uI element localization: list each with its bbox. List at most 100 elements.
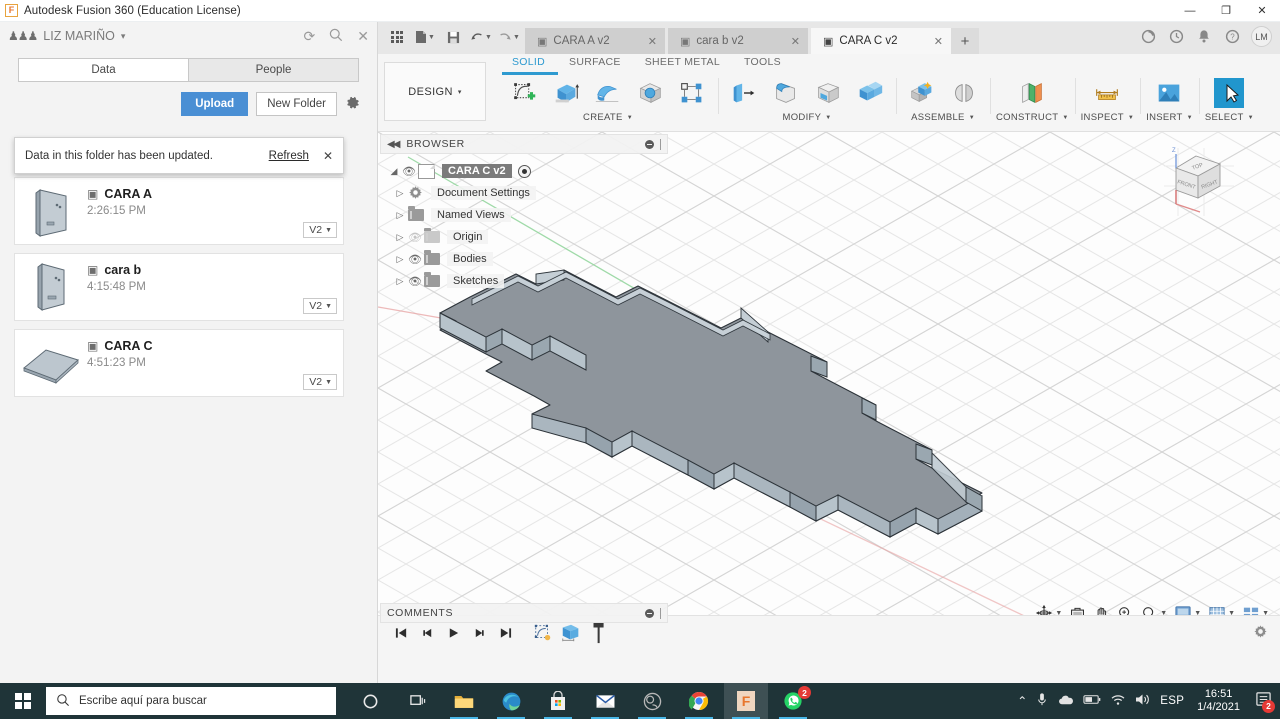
start-button[interactable] xyxy=(0,683,46,719)
close-icon[interactable]: ✕ xyxy=(638,35,657,48)
minimize-button[interactable]: — xyxy=(1172,0,1208,22)
sketch-feature-icon[interactable] xyxy=(530,620,556,646)
tab-sheet-metal[interactable]: SHEET METAL xyxy=(633,54,732,72)
expand-arrow-icon[interactable]: ▷ xyxy=(394,210,406,221)
create-dropdown-label[interactable]: CREATE▼ xyxy=(583,112,633,123)
new-folder-button[interactable]: New Folder xyxy=(256,92,337,116)
mail-icon[interactable] xyxy=(583,683,627,719)
timeline-step-forward-icon[interactable] xyxy=(466,620,492,646)
close-button[interactable]: ✕ xyxy=(1244,0,1280,22)
fusion360-icon[interactable]: F xyxy=(724,683,768,719)
gear-icon[interactable] xyxy=(345,95,361,114)
redo-icon[interactable]: ▼ xyxy=(496,24,522,50)
language-indicator[interactable]: ESP xyxy=(1160,695,1184,707)
tree-node-root[interactable]: ◢ 👁 CARA C v2 xyxy=(380,160,668,182)
new-component-icon[interactable] xyxy=(902,74,942,112)
3d-viewport[interactable]: ◀◀ BROWSER ◢ 👁 CARA C v2 xyxy=(378,132,1280,649)
expand-arrow-icon[interactable]: ◢ xyxy=(388,166,400,177)
save-icon[interactable] xyxy=(440,24,466,50)
construct-dropdown-label[interactable]: CONSTRUCT▼ xyxy=(996,112,1069,123)
measure-icon[interactable] xyxy=(1087,74,1127,112)
visibility-eye-icon[interactable]: 👁 xyxy=(400,165,418,178)
microsoft-edge-icon[interactable] xyxy=(489,683,533,719)
revolve-icon[interactable] xyxy=(588,74,628,112)
insert-dropdown-label[interactable]: INSERT▼ xyxy=(1146,112,1193,123)
comments-options-icon[interactable] xyxy=(645,609,654,618)
select-dropdown-label[interactable]: SELECT▼ xyxy=(1205,112,1254,123)
close-icon[interactable]: ✕ xyxy=(924,35,943,48)
version-dropdown[interactable]: V2▼ xyxy=(303,298,337,314)
tab-people[interactable]: People xyxy=(188,59,358,81)
extrude-icon[interactable] xyxy=(546,74,586,112)
close-icon[interactable]: ✕ xyxy=(781,35,800,48)
avatar[interactable]: LM xyxy=(1251,26,1272,47)
timeline-settings-gear-icon[interactable] xyxy=(1253,624,1268,642)
task-view-icon[interactable] xyxy=(395,683,439,719)
timeline-play-icon[interactable] xyxy=(440,620,466,646)
tab-data[interactable]: Data xyxy=(19,59,188,81)
expand-arrow-icon[interactable]: ▷ xyxy=(394,276,406,287)
document-tab-cara-c[interactable]: ▣ CARA C v2 ✕ xyxy=(811,28,951,54)
battery-icon[interactable] xyxy=(1083,694,1101,708)
tree-node-document-settings[interactable]: ▷ Document Settings xyxy=(380,182,668,204)
activate-component-radio[interactable] xyxy=(518,165,531,178)
document-tab-cara-b[interactable]: ▣ cara b v2 ✕ xyxy=(668,28,808,54)
microphone-icon[interactable] xyxy=(1036,692,1048,710)
new-file-icon[interactable]: ▼ xyxy=(412,24,438,50)
list-item[interactable]: ▣ cara b 4:15:48 PM V2▼ xyxy=(14,253,344,321)
collapse-panel-icon[interactable]: ◀◀ xyxy=(387,139,398,150)
show-hidden-icons-icon[interactable]: ⌃ xyxy=(1017,694,1027,708)
timeline-step-back-icon[interactable] xyxy=(414,620,440,646)
wifi-icon[interactable] xyxy=(1110,694,1126,709)
timeline-jump-end-icon[interactable] xyxy=(492,620,518,646)
tree-node-sketches[interactable]: ▷ 👁 Sketches xyxy=(380,270,668,292)
list-item[interactable]: ▣ CARA A 2:26:15 PM V2▼ xyxy=(14,177,344,245)
tab-surface[interactable]: SURFACE xyxy=(557,54,633,72)
inspect-dropdown-label[interactable]: INSPECT▼ xyxy=(1081,112,1135,123)
select-cursor-icon[interactable] xyxy=(1209,74,1249,112)
clock[interactable]: 16:51 1/4/2021 xyxy=(1193,688,1244,714)
help-icon[interactable]: ? xyxy=(1219,24,1245,50)
tree-node-named-views[interactable]: ▷ Named Views xyxy=(380,204,668,226)
fillet-icon[interactable] xyxy=(766,74,806,112)
timeline-marker[interactable] xyxy=(586,620,612,646)
tree-node-origin[interactable]: ▷ 👁 Origin xyxy=(380,226,668,248)
search-input[interactable]: Escribe aquí para buscar xyxy=(46,687,336,715)
comments-panel-header[interactable]: COMMENTS xyxy=(380,603,668,623)
offset-plane-icon[interactable] xyxy=(1012,74,1052,112)
modify-dropdown-label[interactable]: MODIFY▼ xyxy=(783,112,832,123)
obs-icon[interactable] xyxy=(630,683,674,719)
visibility-eye-icon[interactable]: 👁 xyxy=(406,275,424,288)
close-icon[interactable]: ✕ xyxy=(323,149,333,163)
panel-resize-handle[interactable] xyxy=(660,608,661,619)
app-grid-icon[interactable] xyxy=(384,24,410,50)
tree-node-bodies[interactable]: ▷ 👁 Bodies xyxy=(380,248,668,270)
upload-button[interactable]: Upload xyxy=(181,92,248,116)
tab-solid[interactable]: SOLID xyxy=(500,54,557,72)
tab-tools[interactable]: TOOLS xyxy=(732,54,793,72)
create-sketch-icon[interactable] xyxy=(504,74,544,112)
document-tab-cara-a[interactable]: ▣ CARA A v2 ✕ xyxy=(525,28,665,54)
expand-arrow-icon[interactable]: ▷ xyxy=(394,254,406,265)
google-chrome-icon[interactable] xyxy=(677,683,721,719)
refresh-icon[interactable]: ⟳ xyxy=(304,29,316,43)
joint-icon[interactable] xyxy=(944,74,984,112)
panel-resize-handle[interactable] xyxy=(660,139,661,150)
shell-icon[interactable] xyxy=(808,74,848,112)
press-pull-icon[interactable] xyxy=(724,74,764,112)
cortana-icon[interactable] xyxy=(348,683,392,719)
assemble-dropdown-label[interactable]: ASSEMBLE▼ xyxy=(911,112,975,123)
onedrive-cloud-icon[interactable] xyxy=(1057,694,1074,709)
microsoft-store-icon[interactable] xyxy=(536,683,580,719)
whatsapp-icon[interactable]: 2 xyxy=(771,683,815,719)
pattern-icon[interactable] xyxy=(672,74,712,112)
project-name-label[interactable]: LIZ MARIÑO xyxy=(43,29,115,43)
insert-image-icon[interactable] xyxy=(1149,74,1189,112)
chevron-down-icon[interactable]: ▾ xyxy=(121,31,126,42)
new-tab-button[interactable]: + xyxy=(951,28,979,54)
action-center-icon[interactable]: 2 xyxy=(1255,691,1272,712)
refresh-link[interactable]: Refresh xyxy=(269,150,309,162)
job-status-icon[interactable] xyxy=(1135,24,1161,50)
file-explorer-icon[interactable] xyxy=(442,683,486,719)
sweep-icon[interactable] xyxy=(630,74,670,112)
